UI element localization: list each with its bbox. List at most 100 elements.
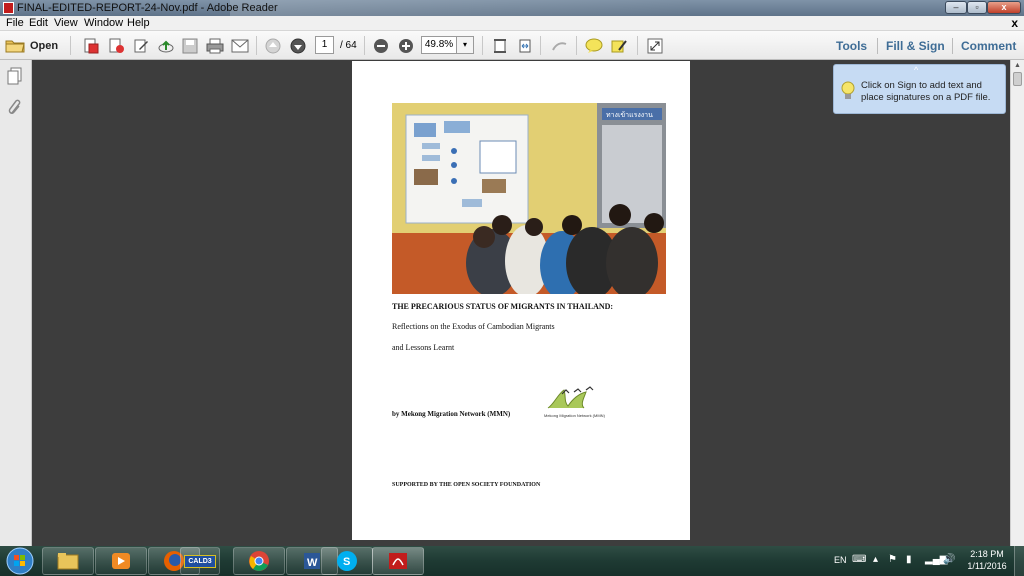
windows-logo-icon	[6, 547, 34, 575]
menu-file[interactable]: File	[6, 17, 24, 30]
svg-text:S: S	[343, 556, 350, 568]
folder-icon	[5, 40, 25, 53]
media-player-icon	[112, 553, 130, 569]
menu-edit[interactable]: Edit	[29, 17, 48, 30]
highlight-button[interactable]	[610, 37, 628, 54]
zoom-dropdown-button[interactable]: ▾	[457, 36, 474, 54]
taskbar-cald3[interactable]: CALD3	[180, 547, 220, 575]
vertical-scrollbar[interactable]: ▲	[1010, 60, 1024, 546]
title-bar-blur	[230, 0, 690, 16]
email-button[interactable]	[231, 37, 249, 54]
document-subtitle-line-2: and Lessons Learnt	[392, 343, 455, 352]
fit-width-icon	[519, 39, 531, 52]
fill-and-sign-link[interactable]: Fill & Sign	[886, 39, 945, 53]
page-thumbnails-button[interactable]	[7, 67, 23, 88]
show-hidden-icons-button[interactable]: ▴	[873, 554, 878, 565]
taskbar-chrome[interactable]	[233, 547, 285, 575]
envelope-icon	[231, 39, 249, 52]
paperclip-icon	[8, 99, 21, 114]
cald3-icon: CALD3	[184, 554, 216, 568]
menu-window[interactable]: Window	[84, 17, 123, 30]
menu-view[interactable]: View	[54, 17, 78, 30]
arrow-down-icon	[290, 38, 306, 53]
page-number-input[interactable]: 1	[315, 36, 334, 54]
pdf-app-icon	[3, 2, 14, 14]
upload-button[interactable]	[157, 37, 175, 54]
taskbar-skype[interactable]: S	[321, 547, 373, 575]
scroll-up-arrow-icon[interactable]: ▲	[1012, 62, 1023, 70]
word-icon: W	[304, 553, 320, 569]
zoom-level-input[interactable]: 49.8%	[421, 36, 457, 54]
skype-icon: S	[337, 551, 357, 571]
toolbar-separator	[540, 36, 541, 55]
document-author: by Mekong Migration Network (MMN)	[392, 410, 511, 418]
show-desktop-button[interactable]	[1014, 546, 1024, 576]
scroll-thumb[interactable]	[1013, 72, 1022, 86]
folder-icon	[57, 553, 79, 570]
taskbar-file-explorer[interactable]	[42, 547, 94, 575]
send-file-button[interactable]	[107, 37, 125, 54]
menu-bar: File Edit View Window Help x	[0, 16, 1024, 31]
pages-icon	[7, 67, 22, 85]
document-title: THE PRECARIOUS STATUS OF MIGRANTS IN THA…	[392, 302, 614, 311]
action-center-flag-icon[interactable]: ⚑	[888, 554, 897, 565]
page-total: / 64	[340, 40, 357, 51]
tooltip-collapse-arrow[interactable]: ^	[914, 65, 918, 75]
zoom-out-button[interactable]	[372, 37, 390, 54]
battery-icon[interactable]: ▮	[906, 554, 912, 565]
volume-icon[interactable]: 🔊	[943, 554, 955, 565]
toolbar-separator	[637, 36, 638, 55]
minimize-button[interactable]: –	[945, 1, 967, 14]
photo-sign-text: ทางเข้าแรงงาน	[606, 111, 653, 119]
input-language[interactable]: EN	[834, 555, 847, 565]
restore-button[interactable]: ▫	[967, 1, 987, 14]
send-file-icon	[109, 38, 124, 53]
arrow-up-icon	[265, 38, 281, 53]
full-screen-button[interactable]	[646, 37, 664, 54]
print-button[interactable]	[206, 37, 224, 54]
save-icon	[182, 38, 198, 53]
comment-button[interactable]	[585, 37, 603, 54]
keyboard-icon[interactable]: ⌨	[852, 554, 866, 565]
create-pdf-icon	[84, 38, 99, 53]
clock-time[interactable]: 2:18 PM	[969, 549, 1005, 559]
clock-date[interactable]: 1/11/2016	[964, 561, 1010, 571]
zoom-in-button[interactable]	[397, 37, 415, 54]
comment-link[interactable]: Comment	[961, 39, 1016, 53]
toolbar-separator	[364, 36, 365, 55]
link-separator	[877, 38, 878, 54]
save-button[interactable]	[181, 37, 199, 54]
zoom-out-icon	[374, 38, 388, 53]
toolbar: Open 1 / 64 49.8% ▾ Tools Fill & Sign Co…	[0, 31, 1024, 60]
cover-photo: ทางเข้าแรงงาน	[392, 103, 666, 294]
tooltip-text: Click on Sign to add text and place sign…	[861, 80, 991, 103]
tools-link[interactable]: Tools	[836, 39, 867, 53]
document-subtitle-line-1: Reflections on the Exodus of Cambodian M…	[392, 322, 555, 331]
close-document-button[interactable]: x	[1011, 16, 1018, 30]
expand-icon	[647, 38, 663, 53]
previous-page-button[interactable]	[264, 37, 282, 54]
cloud-upload-icon	[158, 40, 174, 52]
rotate-button[interactable]	[550, 37, 568, 54]
fit-width-button[interactable]	[516, 37, 534, 54]
close-window-button[interactable]: x	[987, 1, 1021, 14]
create-pdf-button[interactable]	[82, 37, 100, 54]
next-page-button[interactable]	[289, 37, 307, 54]
open-label: Open	[30, 39, 59, 52]
toolbar-separator	[482, 36, 483, 55]
toolbar-separator	[576, 36, 577, 55]
chrome-icon	[249, 551, 269, 571]
navigation-pane	[0, 60, 32, 546]
sign-button[interactable]	[132, 37, 150, 54]
taskbar-acrobat-reader[interactable]	[372, 547, 424, 575]
pdf-page: ทางเข้าแรงงาน THE PRECARIOUS STATUS OF M…	[352, 61, 690, 540]
menu-help[interactable]: Help	[127, 17, 150, 30]
link-separator	[952, 38, 953, 54]
hand-icon	[552, 41, 567, 50]
attachments-button[interactable]	[8, 98, 22, 119]
start-button[interactable]	[3, 547, 37, 575]
taskbar-media-player[interactable]	[95, 547, 147, 575]
open-button[interactable]: Open	[5, 36, 58, 55]
logo-caption: Mekong Migration Network (MMN)	[544, 413, 605, 418]
fit-page-button[interactable]	[491, 37, 509, 54]
